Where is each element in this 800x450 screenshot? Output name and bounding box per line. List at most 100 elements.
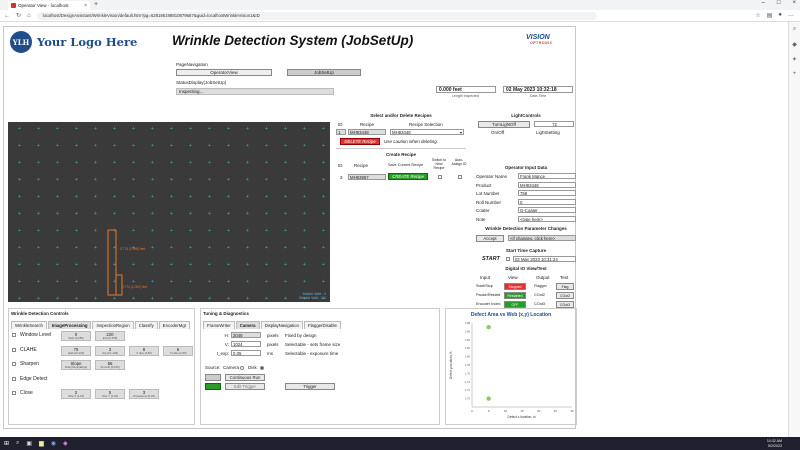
menu-icon[interactable]: …	[788, 12, 794, 19]
browser-actions: ☆ ▤ ● …	[755, 12, 794, 19]
tuning-field-input[interactable]: 0.05	[231, 350, 261, 356]
create-recipe-button[interactable]: CREATE Recipe	[388, 173, 428, 180]
grid-marker: +	[246, 296, 249, 302]
grid-marker: +	[132, 194, 135, 200]
start-icon[interactable]: ⊞	[4, 440, 9, 447]
io-test-button[interactable]: Flag	[556, 283, 574, 290]
wrinkle-param-input[interactable]: 75 alpha [0,100]	[61, 345, 91, 356]
tuning-tab[interactable]: FlaggerDisable	[303, 321, 341, 329]
home-icon[interactable]: ⌂	[27, 13, 31, 19]
expand-icon[interactable]	[12, 347, 16, 352]
operator-field-input[interactable]: 0	[518, 198, 576, 205]
minimize-icon[interactable]: –	[762, 0, 765, 6]
accept-changes-button[interactable]: Accept	[476, 235, 504, 242]
tuning-tab[interactable]: Camera	[235, 321, 260, 329]
file-explorer-icon[interactable]: ▆	[39, 440, 44, 447]
wrinkle-param-input[interactable]: 8X tiles [2,50]	[129, 345, 159, 356]
grid-marker: +	[265, 177, 268, 183]
source-disk-radio[interactable]	[260, 366, 264, 370]
expand-icon[interactable]	[12, 362, 16, 366]
operator-field-input[interactable]: Q-Coater	[518, 207, 576, 213]
tuning-field-input[interactable]: 2048	[231, 332, 261, 338]
grid-marker: +	[284, 177, 287, 183]
trigger-button[interactable]: Trigger	[285, 383, 335, 390]
wrinkle-tab[interactable]: ImageProcessing	[47, 321, 92, 329]
operator-field-input[interactable]: MH93448	[518, 181, 576, 188]
url-input[interactable]: localhost/DesignAssistant/WrinkleVision/…	[36, 11, 597, 20]
search-taskbar-icon[interactable]: ⌕	[16, 440, 19, 447]
wrinkle-param-label: Size Y [1,15]	[102, 394, 118, 398]
io-test-button[interactable]: COut3	[556, 301, 574, 308]
clock[interactable]: 10:32 AM 5/2/2023	[767, 439, 782, 447]
wrinkle-tab[interactable]: WrinkleSearch	[11, 321, 47, 329]
new-tab-icon[interactable]: +	[94, 1, 98, 8]
io-test-button[interactable]: COut2	[556, 292, 574, 299]
auto-assign-checkbox[interactable]	[458, 175, 462, 179]
edit-trigger-button[interactable]: Edit Trigger	[225, 383, 265, 390]
start-time-field[interactable]: 02 May 2023 10:31:24	[513, 256, 576, 262]
camera-view[interactable]: + + + + + + + + + + + + + + + + + + + + + + + + + + + + + + + + + + + + + + + +…	[8, 122, 330, 302]
wrinkle-param-input[interactable]: 5 Size Y [1,15]	[95, 389, 125, 399]
wrinkle-param-input[interactable]: 6 Ys tiles [2,50]	[163, 345, 193, 356]
light-setting-input[interactable]: 72	[534, 121, 574, 127]
browser-tab[interactable]: Operator View - localhost ×	[8, 1, 90, 10]
grid-marker: +	[246, 143, 249, 149]
collections-icon[interactable]: ▤	[767, 12, 773, 19]
job-setup-button[interactable]: JobSetUp	[287, 69, 361, 76]
edge-icon[interactable]: ◉	[51, 440, 56, 447]
tuning-tab[interactable]: DisplayNavigation	[260, 321, 303, 329]
close-window-icon[interactable]: ×	[792, 0, 796, 6]
tools-icon[interactable]: ✦	[792, 56, 797, 63]
profile-icon[interactable]: ●	[778, 12, 782, 19]
grid-marker: +	[189, 262, 192, 268]
recipe-selection-select[interactable]: MH93448 ▾	[390, 129, 464, 135]
operator-view-button[interactable]: OperatorView	[176, 69, 272, 76]
favorite-icon[interactable]: ☆	[755, 12, 760, 19]
grid-marker: +	[284, 228, 287, 234]
source-camera-radio[interactable]	[240, 366, 244, 370]
create-recipe-name-input[interactable]: MH93957	[348, 174, 386, 180]
tuning-tab[interactable]: FrameWriter	[203, 321, 235, 329]
wrinkle-param-input[interactable]: 3 clip [0.1,100]	[95, 345, 125, 356]
operator-field-input[interactable]: Frank Mance	[518, 173, 576, 179]
switch-new-checkbox[interactable]	[438, 175, 442, 179]
grid-marker: +	[37, 245, 40, 251]
wrinkle-param-input[interactable]: 56 Smooth [0,100]	[95, 360, 125, 370]
grid-marker: +	[37, 194, 40, 200]
operator-field-input[interactable]: 759	[518, 190, 576, 196]
turn-light-off-button[interactable]: TurnLightOff	[478, 121, 530, 128]
wrinkle-tab[interactable]: InspectionRegion	[92, 321, 134, 329]
wrinkle-param-input[interactable]: 0 Start [0,255]	[61, 331, 91, 341]
maximize-icon[interactable]: □	[777, 0, 781, 6]
app-icon[interactable]: ◆	[63, 440, 68, 447]
wrinkle-param-input[interactable]: 220 End [0,255]	[95, 331, 125, 341]
close-tab-icon[interactable]: ×	[84, 3, 87, 9]
task-view-icon[interactable]: ▣	[26, 440, 32, 447]
tuning-title: Tuning & Diagnostics	[203, 311, 249, 316]
refresh-icon[interactable]: ↻	[16, 12, 21, 19]
wrinkle-row-label: Window Level	[20, 332, 52, 338]
start-time-checkbox[interactable]	[506, 257, 510, 261]
tuning-field-input[interactable]: 1024	[231, 341, 261, 347]
wrinkle-param-input[interactable]: 2 Size X [1,15]	[61, 389, 91, 399]
expand-icon[interactable]	[12, 391, 16, 395]
grid-marker: +	[113, 296, 116, 302]
wrinkle-param-label: clip [0.1,100]	[102, 350, 118, 355]
continuous-run-button[interactable]: Continuous Run	[225, 374, 265, 381]
grid-marker: +	[75, 194, 78, 200]
wrinkle-param-input[interactable]: 3 # Iterations [0,20]	[129, 389, 159, 399]
wrinkle-tab[interactable]: Classify	[134, 321, 158, 329]
shopping-icon[interactable]: ◆	[792, 41, 797, 48]
grid-marker: +	[284, 126, 287, 132]
delete-recipe-button[interactable]: DELETE Recipe	[340, 138, 380, 145]
param-changes-field[interactable]: <if changes, click here>	[508, 235, 576, 241]
grid-marker: +	[18, 296, 21, 302]
search-icon[interactable]: ⌕	[793, 26, 796, 33]
wrinkle-param-input[interactable]: Slope Filter[Slope|Edge]	[61, 360, 91, 370]
back-icon[interactable]: ←	[4, 13, 10, 19]
operator-field-input[interactable]: <type here>	[518, 215, 576, 222]
expand-icon[interactable]	[12, 333, 16, 337]
wrinkle-tab[interactable]: EncoderMgt	[158, 321, 190, 329]
expand-icon[interactable]	[12, 376, 16, 381]
add-icon[interactable]: +	[793, 71, 797, 77]
